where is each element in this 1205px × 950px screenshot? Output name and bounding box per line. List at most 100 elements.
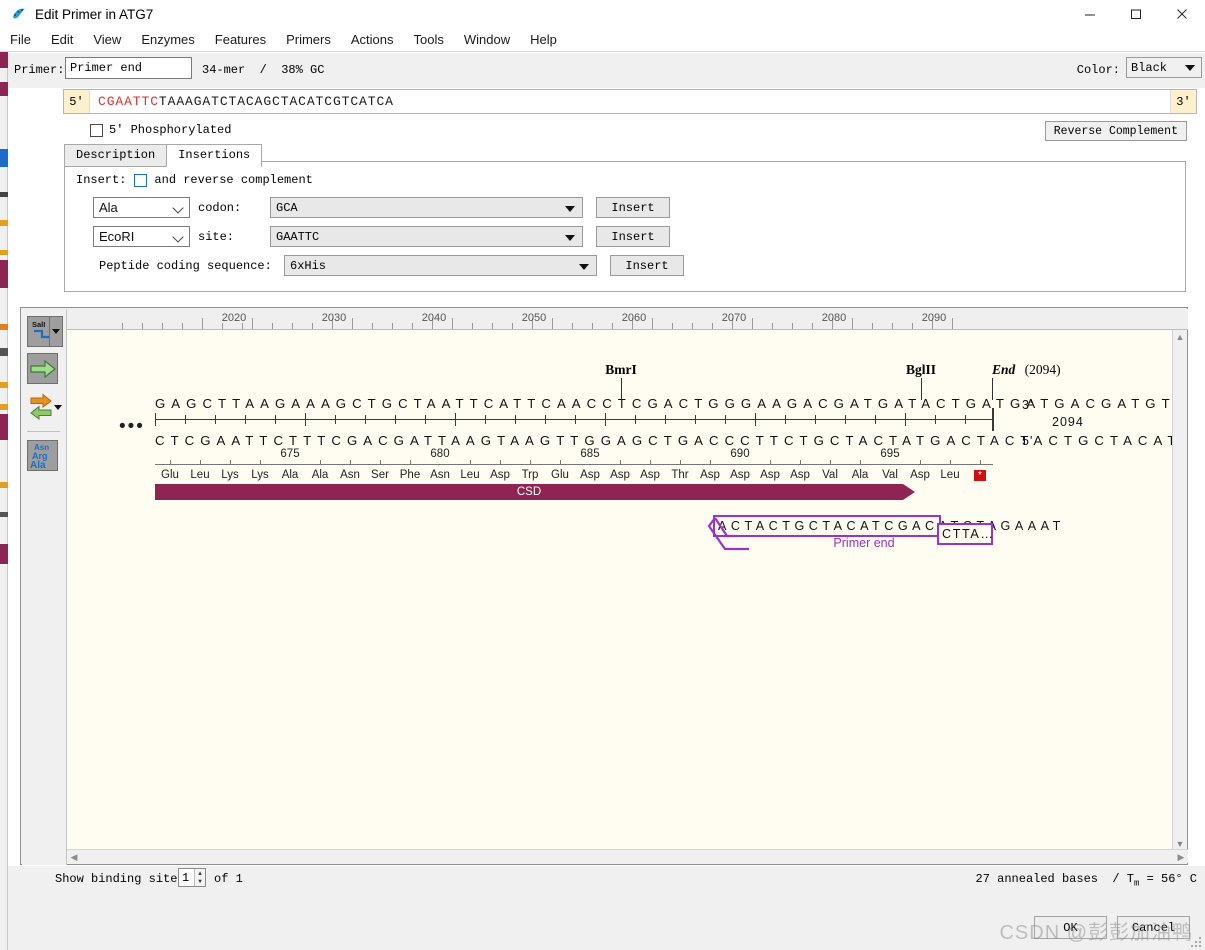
- insert-site-button[interactable]: Insert: [596, 226, 670, 247]
- edit-primer-dialog: Edit Primer in ATG7 File Edit View Enzym…: [0, 0, 1205, 950]
- primer-binding-sequence: ACTACTGCTACATCGACATCTAGAAAT: [718, 519, 1065, 533]
- amino-acid: Asn: [430, 469, 450, 481]
- ruler-tick: [692, 323, 693, 329]
- reverse-complement-checkbox[interactable]: [134, 173, 148, 187]
- end-marker: End (2094): [992, 362, 1061, 378]
- color-select[interactable]: Black: [1126, 57, 1202, 78]
- primer-label: Primer:: [14, 63, 65, 77]
- amino-acid: Asp: [790, 469, 810, 481]
- menu-primers[interactable]: Primers: [276, 30, 341, 49]
- map-canvas[interactable]: ••• BmrI BglII End (2094) GAGCTTAAGAAAGC…: [67, 330, 1174, 851]
- aa-tick: [860, 460, 861, 464]
- feature-bar-csd[interactable]: CSD: [155, 484, 903, 500]
- aa-tick: [770, 460, 771, 464]
- maximize-icon[interactable]: [1113, 0, 1159, 28]
- peptide-coding-label: Peptide coding sequence:: [99, 258, 272, 273]
- stop-codon-marker: *: [974, 470, 986, 481]
- ok-button[interactable]: OK: [1034, 916, 1107, 939]
- spinner-buttons[interactable]: ▲ ▼: [194, 869, 205, 886]
- ruler-tick: [472, 323, 473, 329]
- scroll-left-icon[interactable]: ◀: [67, 850, 81, 864]
- aa-tick: [200, 460, 201, 464]
- ruler-label: 2050: [521, 312, 547, 324]
- menu-features[interactable]: Features: [205, 30, 276, 49]
- axis-tick: [425, 415, 426, 424]
- menu-file[interactable]: File: [0, 30, 41, 49]
- insert-peptide-button[interactable]: Insert: [610, 255, 684, 276]
- aa-number: 695: [880, 448, 900, 460]
- menu-enzymes[interactable]: Enzymes: [131, 30, 204, 49]
- primer-sequence-field[interactable]: 5' CGAATTCTAAAGATCTACAGCTACATCGTCATCA 3': [63, 89, 1197, 114]
- axis-tick: [215, 415, 216, 424]
- feature-mark: [0, 512, 8, 517]
- reverse-complement-button[interactable]: Reverse Complement: [1044, 121, 1187, 141]
- vertical-scrollbar[interactable]: ▲ ▼: [1172, 330, 1186, 851]
- amino-acid: Glu: [161, 469, 179, 481]
- scroll-right-icon[interactable]: ▶: [1174, 850, 1188, 864]
- anneal-readout: 27 annealed bases / Tm = 56° C: [976, 872, 1197, 888]
- svg-text:Ala: Ala: [30, 460, 46, 470]
- axis-tick: [665, 415, 666, 424]
- close-icon[interactable]: [1159, 0, 1205, 28]
- ruler-label: 2080: [821, 312, 847, 324]
- phosphorylated-checkbox-row[interactable]: 5' Phosphorylated: [90, 123, 231, 137]
- minimize-icon[interactable]: [1067, 0, 1113, 28]
- ruler-tick: [392, 323, 393, 329]
- codon-value-select[interactable]: GCA: [270, 197, 583, 218]
- ruler-tick: [272, 323, 273, 329]
- cancel-button[interactable]: Cancel: [1117, 916, 1190, 939]
- feature-mark: [0, 348, 8, 356]
- axis-tick: [395, 415, 396, 424]
- feature-mark: [0, 220, 8, 226]
- green-arrow-icon[interactable]: [27, 353, 58, 384]
- window-controls: [1067, 0, 1205, 28]
- primer-overhang-box[interactable]: CTTA…: [937, 523, 993, 545]
- axis-tick: [155, 413, 156, 426]
- aa-tick: [170, 460, 171, 464]
- tab-insertions[interactable]: Insertions: [166, 144, 263, 167]
- site-value-select[interactable]: GAATTC: [270, 226, 583, 247]
- codon-aa-select[interactable]: Ala: [93, 197, 190, 218]
- insert-label: Insert:: [76, 173, 127, 187]
- translate-icon[interactable]: Asn Arg Ala: [27, 440, 58, 471]
- primer-name-input[interactable]: [65, 57, 192, 79]
- ruler-tick: [712, 323, 713, 329]
- ruler-tick: [952, 318, 953, 329]
- menu-window[interactable]: Window: [454, 30, 520, 49]
- horizontal-scrollbar[interactable]: ◀ ▶: [67, 849, 1188, 863]
- peptide-value-select[interactable]: 6xHis: [284, 255, 597, 276]
- insertions-panel: Insert: and reverse complement Ala codon…: [64, 161, 1186, 292]
- end-position: (2094): [1024, 362, 1061, 377]
- amino-acid: Asp: [700, 469, 720, 481]
- strand-tool-dropdown[interactable]: [51, 399, 65, 415]
- site-enzyme-select[interactable]: EcoRI: [93, 226, 190, 247]
- site-enzyme-value: EcoRI: [99, 229, 135, 244]
- menu-bar: File Edit View Enzymes Features Primers …: [0, 28, 1205, 52]
- resize-grip[interactable]: [1189, 935, 1201, 947]
- insert-codon-button[interactable]: Insert: [596, 197, 670, 218]
- menu-actions[interactable]: Actions: [341, 30, 404, 49]
- menu-edit[interactable]: Edit: [41, 30, 83, 49]
- menu-tools[interactable]: Tools: [404, 30, 454, 49]
- enzyme-tool-dropdown[interactable]: [49, 316, 63, 347]
- axis-tick: [875, 415, 876, 424]
- tab-bar: Description Insertions: [64, 144, 263, 167]
- binding-site-spinner[interactable]: 1 ▲ ▼: [178, 868, 206, 887]
- three-prime-label: 3': [1170, 90, 1196, 113]
- scroll-up-icon[interactable]: ▲: [1173, 330, 1187, 344]
- enzyme-label-bmri[interactable]: BmrI: [605, 362, 637, 378]
- spinner-down-icon[interactable]: ▼: [195, 878, 205, 887]
- menu-help[interactable]: Help: [520, 30, 567, 49]
- spinner-up-icon[interactable]: ▲: [195, 869, 205, 878]
- axis-tick: [755, 413, 756, 426]
- tab-description[interactable]: Description: [64, 144, 168, 167]
- feature-mark: [0, 482, 8, 488]
- anneal-suffix: = 56° C: [1139, 872, 1197, 886]
- amino-acid: Val: [822, 469, 838, 481]
- ruler-tick: [572, 323, 573, 329]
- enzyme-label-bglii[interactable]: BglII: [906, 362, 936, 378]
- amino-acid: Asp: [490, 469, 510, 481]
- menu-view[interactable]: View: [83, 30, 131, 49]
- phosphorylated-checkbox[interactable]: [90, 123, 103, 137]
- primer-annotation-label: Primer end: [833, 536, 895, 550]
